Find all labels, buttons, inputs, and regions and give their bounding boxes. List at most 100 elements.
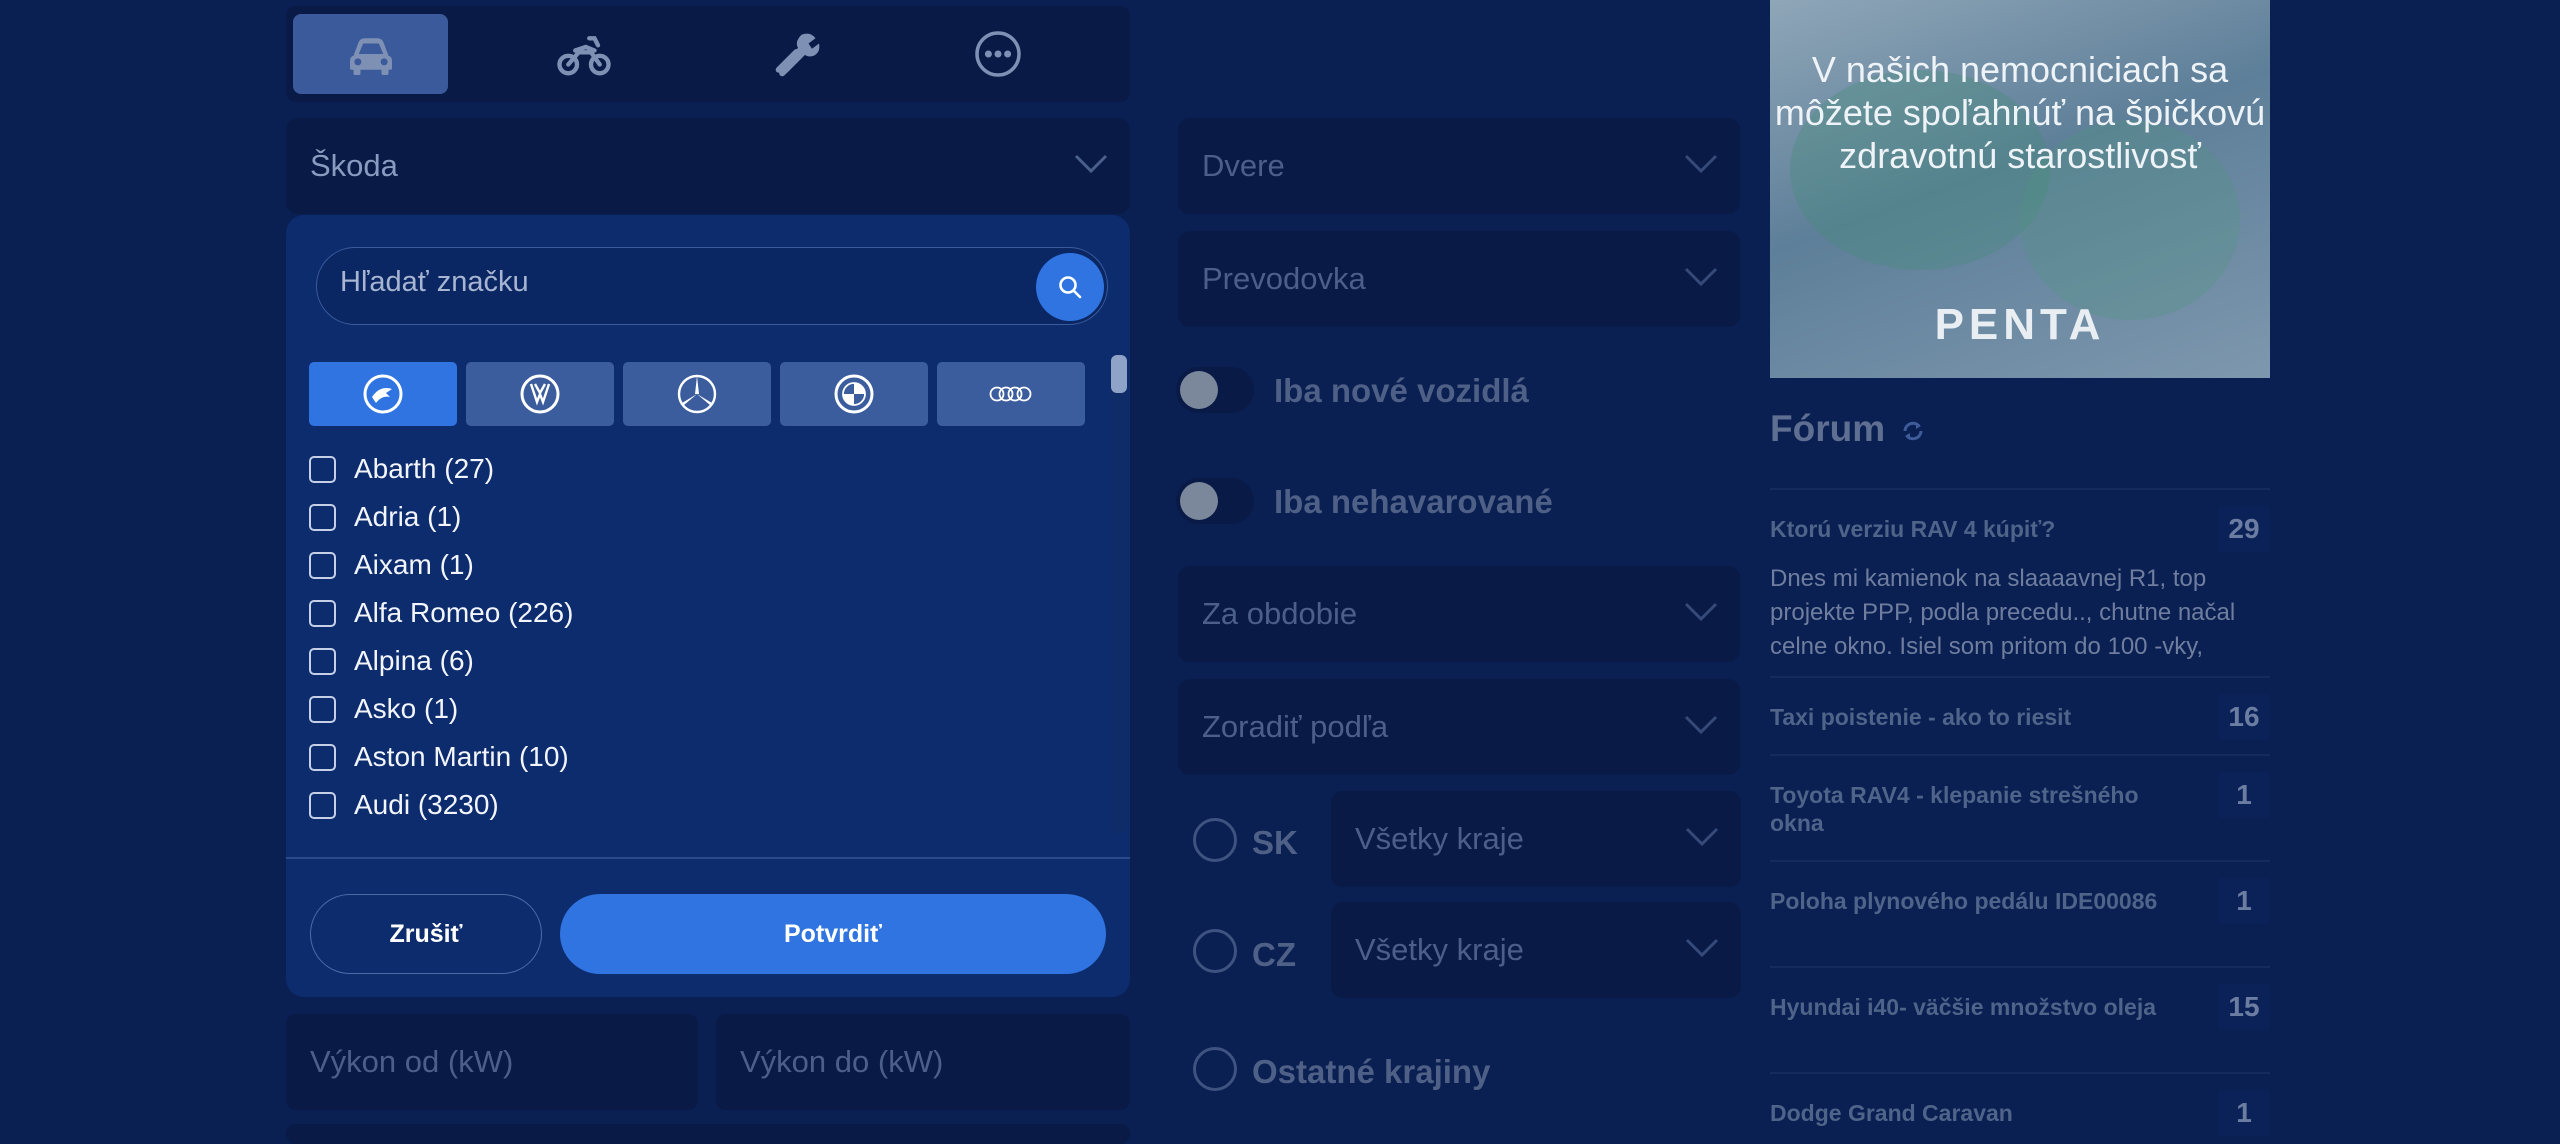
brand-item-label: Asko (1) — [354, 693, 459, 724]
brand-item-aixam[interactable]: Aixam (1) — [309, 545, 474, 585]
skoda-logo-icon — [363, 374, 403, 414]
brand-item-label: Alpina (6) — [354, 645, 474, 676]
forum-topic-title[interactable]: Poloha plynového pedálu IDE00086 — [1770, 887, 2170, 915]
brand-logo-bmw[interactable] — [780, 362, 928, 426]
brand-item-alfa-romeo[interactable]: Alfa Romeo (226) — [309, 593, 573, 633]
forum-separator — [1770, 754, 2270, 756]
chevron-down-icon — [1684, 267, 1718, 287]
brand-logo-audi[interactable] — [937, 362, 1085, 426]
period-select-label: Za obdobie — [1202, 596, 1358, 631]
forum-separator — [1770, 676, 2270, 678]
audi-logo-icon — [989, 386, 1032, 402]
country-other-label: Ostatné krajiny — [1252, 1053, 1491, 1090]
brand-list-scrollbar[interactable] — [1110, 354, 1128, 834]
doors-select[interactable]: Dvere — [1178, 118, 1740, 214]
bmw-logo-icon — [834, 374, 874, 414]
checkbox[interactable] — [309, 599, 336, 627]
volkswagen-logo-icon — [520, 374, 560, 414]
period-select[interactable]: Za obdobie — [1178, 566, 1740, 662]
forum-topic-count: 16 — [2218, 694, 2270, 740]
checkbox[interactable] — [309, 503, 336, 531]
checkbox[interactable] — [309, 647, 336, 675]
chevron-down-icon — [1685, 938, 1719, 958]
transmission-select-label: Prevodovka — [1202, 261, 1366, 296]
ad-text: V našich nemocniciach sa môžete spoľahnú… — [1774, 49, 2266, 176]
brand-item-adria[interactable]: Adria (1) — [309, 497, 461, 537]
brand-logo-mercedes[interactable] — [623, 362, 771, 426]
chevron-down-icon — [1685, 827, 1719, 847]
checkbox[interactable] — [309, 743, 336, 771]
toggle-knob — [1180, 482, 1218, 520]
next-field — [286, 1124, 1130, 1144]
forum-topic-title[interactable]: Hyundai i40- väčšie množstvo oleja — [1770, 993, 2170, 1021]
sort-select[interactable]: Zoradiť podľa — [1178, 679, 1740, 775]
brand-item-label: Audi (3230) — [354, 789, 499, 820]
forum-separator — [1770, 488, 2270, 490]
brand-item-abarth[interactable]: Abarth (27) — [309, 449, 494, 489]
brand-list-scroll-thumb[interactable] — [1111, 355, 1127, 393]
undamaged-only-toggle[interactable] — [1176, 478, 1254, 524]
brand-select[interactable]: Škoda — [286, 118, 1130, 214]
power-from-input[interactable]: Výkon od (kW) — [286, 1014, 698, 1110]
country-sk-radio[interactable] — [1193, 818, 1237, 862]
brand-search-button[interactable] — [1036, 253, 1104, 321]
forum-topic-count: 1 — [2218, 878, 2270, 924]
forum-separator — [1770, 966, 2270, 968]
brand-item-asko[interactable]: Asko (1) — [309, 689, 458, 729]
sort-select-label: Zoradiť podľa — [1202, 709, 1389, 744]
brand-logo-volkswagen[interactable] — [466, 362, 614, 426]
cz-region-select[interactable]: Všetky kraje — [1331, 902, 1741, 998]
transmission-select[interactable]: Prevodovka — [1178, 231, 1740, 327]
confirm-button[interactable]: Potvrdiť — [560, 894, 1106, 974]
cancel-button[interactable]: Zrušiť — [310, 894, 542, 974]
tools-icon — [775, 33, 819, 77]
forum-topic-title[interactable]: Dodge Grand Caravan — [1770, 1099, 2170, 1127]
forum-topic-excerpt: Dnes mi kamienok na slaaaavnej R1, top p… — [1770, 565, 2236, 660]
forum-topic-title[interactable]: Taxi poistenie - ako to riesit — [1770, 703, 2170, 731]
brand-item-label: Adria (1) — [354, 501, 462, 532]
brand-item-label: Aixam (1) — [354, 549, 474, 580]
panel-divider — [286, 857, 1130, 859]
undamaged-only-label: Iba nehavarované — [1274, 483, 1553, 520]
tab-service[interactable] — [720, 14, 875, 94]
new-only-label: Iba nové vozidlá — [1274, 372, 1529, 409]
refresh-icon[interactable] — [1901, 419, 1925, 443]
new-only-toggle[interactable] — [1176, 367, 1254, 413]
country-sk-label: SK — [1252, 824, 1298, 861]
tab-more[interactable] — [920, 14, 1075, 94]
tab-motorcycles[interactable] — [506, 14, 661, 94]
doors-select-label: Dvere — [1202, 148, 1285, 183]
country-cz-label: CZ — [1252, 936, 1296, 973]
checkbox[interactable] — [309, 791, 336, 819]
mercedes-logo-icon — [677, 374, 717, 414]
forum-topic-count: 1 — [2218, 1090, 2270, 1136]
forum-title: Fórum — [1770, 408, 1886, 449]
checkbox[interactable] — [309, 695, 336, 723]
brand-logo-skoda[interactable] — [309, 362, 457, 426]
power-to-input[interactable]: Výkon do (kW) — [716, 1014, 1130, 1110]
ad-brand-logo: PENTA — [1934, 300, 2106, 349]
forum-topic-title[interactable]: Ktorú verziu RAV 4 kúpiť? — [1770, 515, 2170, 543]
motorcycle-icon — [556, 36, 611, 76]
chevron-down-icon — [1684, 715, 1718, 735]
brand-item-alpina[interactable]: Alpina (6) — [309, 641, 474, 681]
sk-region-label: Všetky kraje — [1355, 821, 1524, 856]
brand-item-audi[interactable]: Audi (3230) — [309, 785, 499, 825]
country-other-radio[interactable] — [1193, 1047, 1237, 1091]
toggle-knob — [1180, 371, 1218, 409]
forum-topic-count: 29 — [2218, 506, 2270, 552]
brand-item-aston-martin[interactable]: Aston Martin (10) — [309, 737, 569, 777]
chevron-down-icon — [1684, 602, 1718, 622]
tab-cars[interactable] — [293, 14, 448, 94]
forum-topic-count: 15 — [2218, 984, 2270, 1030]
country-cz-radio[interactable] — [1193, 929, 1237, 973]
chevron-down-icon — [1074, 154, 1108, 174]
brand-item-label: Alfa Romeo (226) — [354, 597, 574, 628]
forum-topic-title[interactable]: Toyota RAV4 - klepanie strešného okna — [1770, 781, 2170, 837]
checkbox[interactable] — [309, 551, 336, 579]
sk-region-select[interactable]: Všetky kraje — [1331, 791, 1741, 887]
search-icon — [1059, 276, 1082, 299]
cz-region-label: Všetky kraje — [1355, 932, 1524, 967]
brand-search-placeholder: Hľadať značku — [340, 266, 529, 298]
checkbox[interactable] — [309, 455, 336, 483]
